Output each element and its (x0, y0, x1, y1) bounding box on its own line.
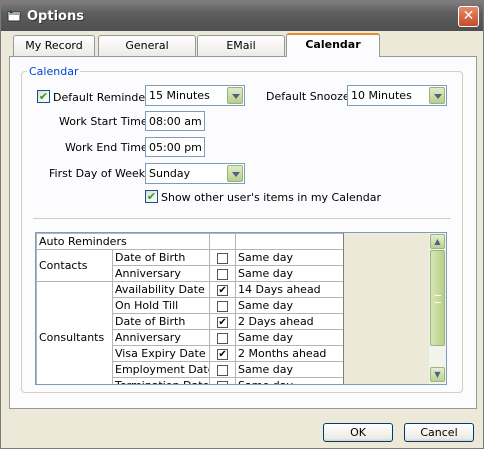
scroll-up-button[interactable]: ▲ (430, 234, 445, 249)
app-icon (7, 10, 21, 22)
field-cell: Date of Birth (111, 249, 211, 266)
when-cell[interactable]: Same day (235, 361, 345, 378)
scroll-thumb[interactable] (430, 250, 445, 346)
title-bar[interactable]: Options ✕ (1, 1, 483, 31)
auto-reminders-table: Auto Reminders Contacts Date of Birth Same… (36, 233, 345, 384)
when-cell[interactable]: 2 Days ahead (235, 313, 345, 330)
tab-calendar[interactable]: Calendar (286, 33, 380, 57)
category-cell: Consultants (36, 281, 113, 384)
reminder-checkbox[interactable] (217, 364, 229, 376)
reminder-checkbox[interactable]: ✔ (217, 284, 229, 296)
chevron-down-icon (227, 87, 243, 104)
when-cell[interactable]: Same day (235, 265, 345, 282)
reminder-checkbox[interactable] (217, 332, 229, 344)
close-icon: ✕ (462, 8, 475, 24)
field-cell: On Hold Till (111, 297, 211, 314)
reminder-checkbox[interactable] (217, 268, 229, 280)
field-cell: Employment Date (111, 361, 211, 378)
reminder-checkbox[interactable]: ✔ (217, 348, 229, 360)
field-cell: Availability Date (111, 281, 211, 298)
field-cell: Visa Expiry Date (111, 345, 211, 362)
chevron-up-icon: ▲ (434, 237, 441, 246)
tab-general[interactable]: General (98, 35, 196, 56)
default-reminder-label: Default Reminder: (53, 91, 154, 104)
ok-button[interactable]: OK (323, 423, 393, 442)
work-start-input[interactable]: 08:00 am (145, 111, 205, 131)
work-start-label: Work Start Time: (59, 115, 152, 128)
field-cell: Termination Date (111, 377, 211, 384)
tab-email[interactable]: EMail (197, 35, 285, 56)
chevron-down-icon: ▼ (434, 370, 441, 379)
reminder-checkbox[interactable]: ✔ (217, 316, 229, 328)
when-cell[interactable]: Same day (235, 329, 345, 346)
auto-reminders-header: Auto Reminders (36, 233, 211, 250)
when-cell[interactable]: Same day (235, 297, 345, 314)
reminder-checkbox[interactable] (217, 252, 229, 264)
table-row[interactable]: Consultants Availability Date ✔ 14 Days ahe… (36, 281, 345, 384)
chevron-down-icon (227, 165, 243, 182)
scroll-down-button[interactable]: ▼ (430, 367, 445, 382)
auto-reminders-grid[interactable]: Auto Reminders Contacts Date of Birth Same… (35, 232, 447, 385)
when-cell[interactable]: Same day (235, 377, 345, 384)
default-snooze-label: Default Snooze: (266, 90, 354, 103)
vertical-scrollbar[interactable]: ▲ ▼ (429, 233, 446, 384)
table-row[interactable]: Contacts Date of Birth Same day (36, 249, 345, 282)
default-snooze-select[interactable]: 10 Minutes (347, 85, 447, 106)
grip-icon (435, 295, 441, 303)
default-reminder-checkbox[interactable]: ✔ (37, 90, 50, 103)
field-cell: Date of Birth (111, 313, 211, 330)
when-cell[interactable]: 14 Days ahead (235, 281, 345, 298)
close-button[interactable]: ✕ (458, 6, 479, 27)
window-title: Options (27, 9, 84, 24)
when-cell[interactable]: 2 Months ahead (235, 345, 345, 362)
when-cell[interactable]: Same day (235, 249, 345, 266)
field-cell: Anniversary (111, 265, 211, 282)
separator (33, 218, 451, 219)
chevron-down-icon (429, 87, 445, 104)
first-day-select[interactable]: Sunday (145, 163, 245, 184)
grid-empty-area (343, 233, 429, 384)
show-other-users-label: Show other user's items in my Calendar (161, 191, 382, 204)
work-end-label: Work End Time: (65, 141, 152, 154)
reminder-checkbox[interactable] (217, 380, 229, 384)
options-dialog: Options ✕ My Record General EMail Calend… (0, 0, 484, 449)
default-reminder-select[interactable]: 15 Minutes (145, 85, 245, 106)
work-end-input[interactable]: 05:00 pm (145, 137, 205, 157)
field-cell: Anniversary (111, 329, 211, 346)
cancel-button[interactable]: Cancel (404, 423, 474, 442)
category-cell: Contacts (36, 249, 113, 282)
first-day-label: First Day of Week: (49, 167, 149, 180)
calendar-group-label: Calendar (27, 65, 81, 78)
show-other-users-checkbox[interactable]: ✔ (145, 190, 158, 203)
tab-my-record[interactable]: My Record (13, 35, 95, 56)
reminder-checkbox[interactable] (217, 300, 229, 312)
